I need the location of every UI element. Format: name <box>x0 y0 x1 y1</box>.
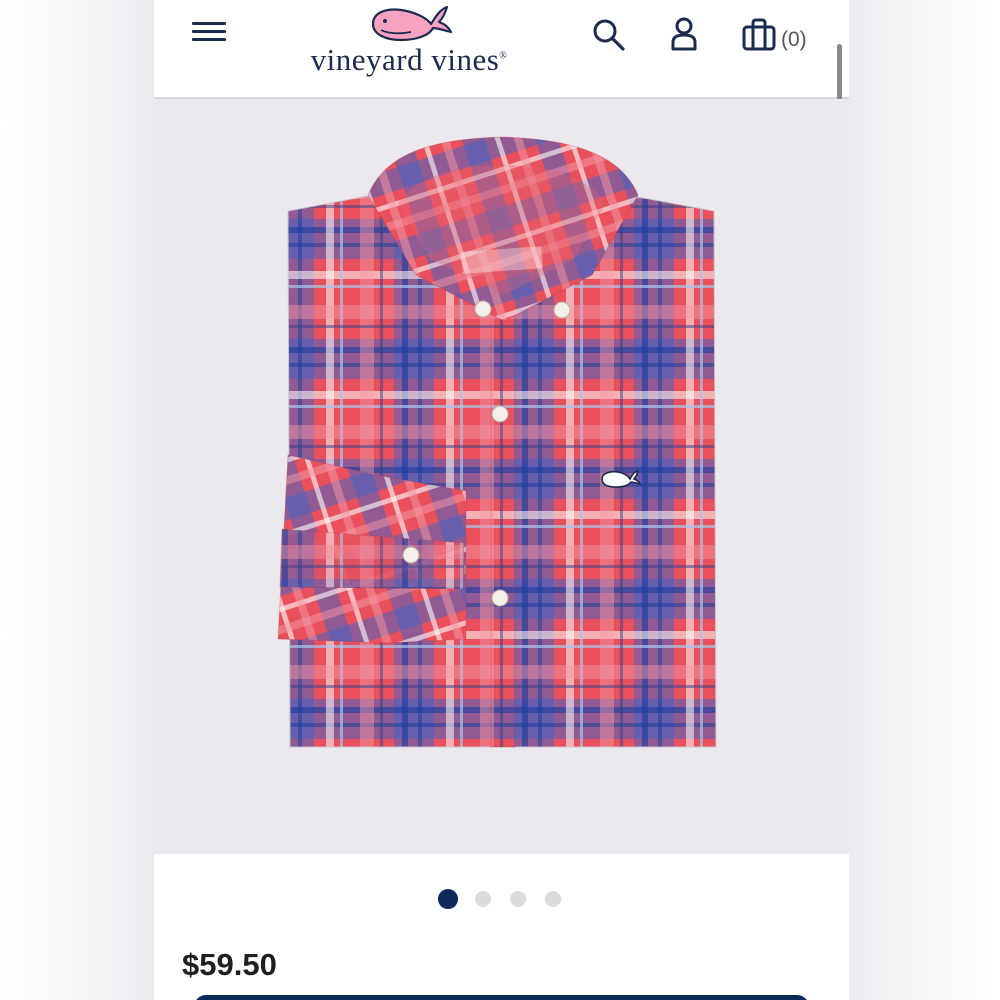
site-header: vineyard vines® (0) <box>154 0 849 99</box>
brand-logo[interactable]: vineyard vines® <box>289 4 529 84</box>
mobile-page: vineyard vines® (0) $59.50 <box>154 0 849 1000</box>
left-backdrop <box>0 0 154 1000</box>
carousel-dot-1[interactable] <box>438 889 458 909</box>
product-image-carousel[interactable] <box>154 99 849 854</box>
carousel-dot-2[interactable] <box>475 891 491 907</box>
product-image-plaid-shirt <box>277 136 717 748</box>
brand-name: vineyard vines <box>310 42 500 77</box>
trademark-symbol: ® <box>499 50 508 62</box>
add-to-bag-button[interactable] <box>194 995 809 1000</box>
carousel-dot-3[interactable] <box>510 891 526 907</box>
whale-logo-icon <box>371 5 453 42</box>
hamburger-menu-icon[interactable] <box>190 20 230 46</box>
brand-wordmark: vineyard vines® <box>289 42 529 78</box>
right-backdrop <box>849 0 1000 1000</box>
account-icon[interactable] <box>667 16 701 52</box>
carousel-pagination <box>154 889 849 910</box>
product-price: $59.50 <box>182 947 277 982</box>
cart-count[interactable]: (0) <box>781 28 807 52</box>
carousel-dot-4[interactable] <box>545 891 561 907</box>
shopping-bag-icon[interactable] <box>742 18 776 52</box>
search-icon[interactable] <box>592 18 626 52</box>
